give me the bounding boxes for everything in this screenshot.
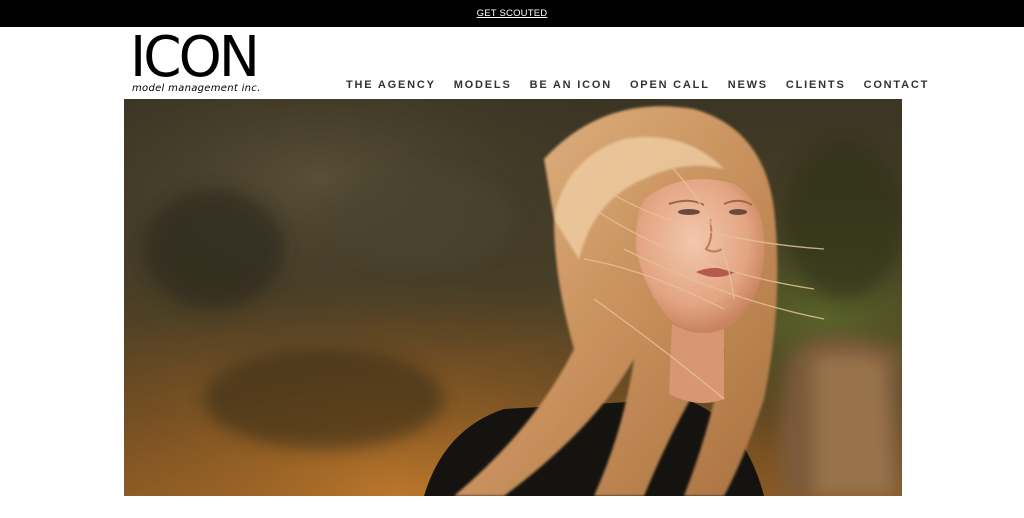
nav-item-open-call[interactable]: OPEN CALL — [630, 79, 710, 91]
nav-item-clients[interactable]: CLIENTS — [786, 79, 846, 91]
site-logo[interactable]: ICON model management inc. — [130, 30, 270, 98]
nav-item-be-an-icon[interactable]: BE AN ICON — [530, 79, 612, 91]
logo-tagline: model management inc. — [132, 83, 261, 94]
logo-wordmark: ICON — [130, 25, 260, 90]
nav-item-models[interactable]: MODELS — [454, 79, 512, 91]
top-announcement-bar: GET SCOUTED — [0, 0, 1024, 27]
hero-image — [124, 99, 902, 496]
nav-item-contact[interactable]: CONTACT — [864, 79, 930, 91]
main-navigation: THE AGENCY MODELS BE AN ICON OPEN CALL N… — [346, 77, 929, 93]
get-scouted-link[interactable]: GET SCOUTED — [477, 8, 548, 19]
hero-photo-illustration — [124, 99, 902, 496]
nav-item-the-agency[interactable]: THE AGENCY — [346, 79, 436, 91]
nav-item-news[interactable]: NEWS — [728, 79, 768, 91]
